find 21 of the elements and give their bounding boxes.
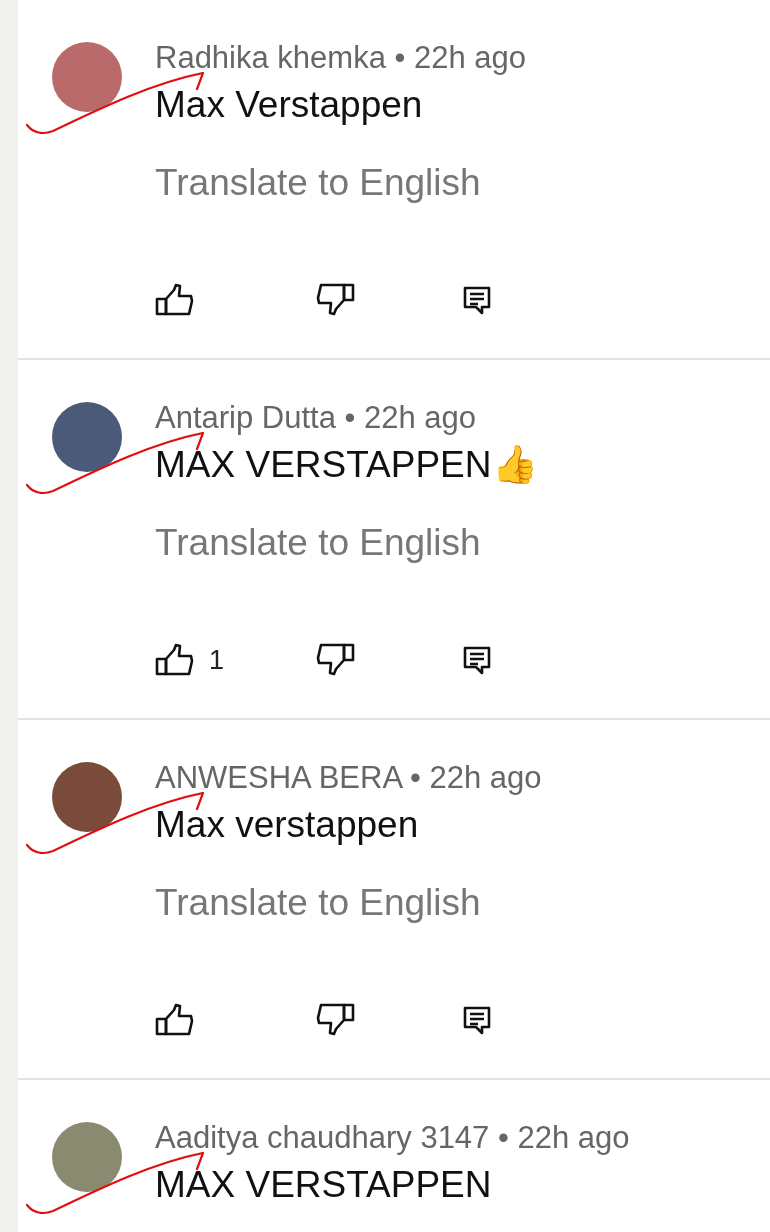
dislike-button[interactable] [315, 1003, 355, 1037]
comment-text: MAX VERSTAPPEN [155, 1166, 492, 1204]
translate-link[interactable]: Translate to English [155, 164, 481, 202]
reply-button[interactable] [462, 645, 492, 675]
like-count: 1 [209, 644, 225, 676]
like-button[interactable] [155, 1003, 195, 1037]
dislike-button[interactable] [315, 643, 355, 677]
comment-text: Max verstappen [155, 806, 419, 844]
comment-meta: Radhika khemka • 22h ago [155, 40, 527, 76]
translate-link[interactable]: Translate to English [155, 524, 481, 562]
reply-button[interactable] [462, 1005, 492, 1035]
dislike-button[interactable] [315, 283, 355, 317]
comment-meta: Aaditya chaudhary 3147 • 22h ago [155, 1120, 630, 1156]
comment-text: Max Verstappen [155, 86, 423, 124]
like-button[interactable] [155, 283, 195, 317]
comment-text: MAX VERSTAPPEN👍 [155, 446, 538, 484]
comment-meta: ANWESHA BERA • 22h ago [155, 760, 542, 796]
reply-button[interactable] [462, 285, 492, 315]
translate-link[interactable]: Translate to English [155, 884, 481, 922]
like-button[interactable] [155, 643, 195, 677]
comment-meta: Antarip Dutta • 22h ago [155, 400, 477, 436]
